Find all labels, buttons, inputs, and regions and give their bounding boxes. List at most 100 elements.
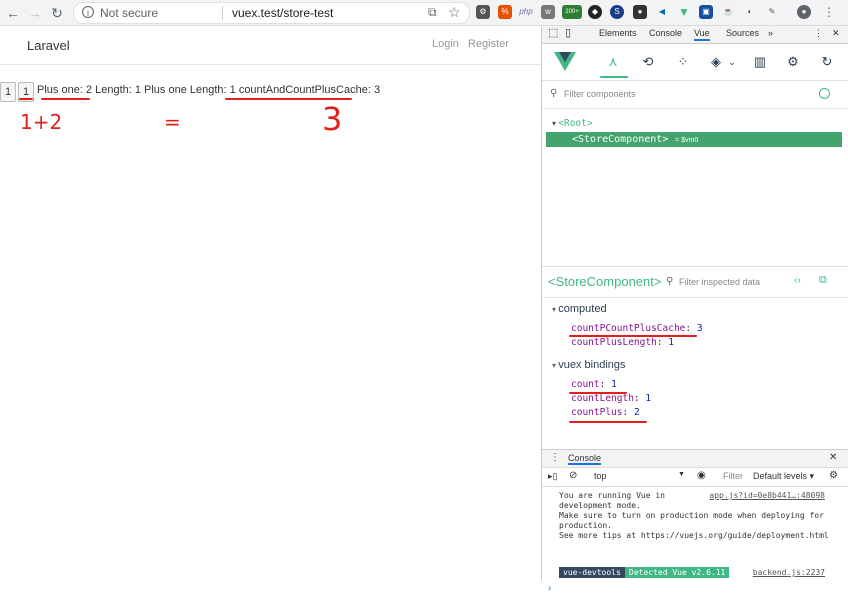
console-prompt[interactable]: ›: [548, 583, 551, 594]
search-icon: ⚲: [666, 276, 674, 287]
extension-arrow-icon[interactable]: ◀: [655, 5, 669, 19]
web-page: Laravel Login Register 1 1 Plus one: 2 L…: [0, 26, 541, 581]
menu-kebab-icon[interactable]: ⋮: [822, 5, 836, 19]
chevron-down-icon[interactable]: ▼: [678, 471, 685, 478]
tab-vue[interactable]: Vue: [694, 28, 710, 41]
inspected-component-name: <StoreComponent>: [548, 274, 662, 289]
annotation-underline: [19, 98, 33, 100]
more-tabs-icon[interactable]: »: [768, 28, 773, 38]
login-link[interactable]: Login: [432, 38, 459, 50]
tree-item-root[interactable]: ▾ <Root>: [552, 118, 593, 129]
vue-devtools-badge: vue-devtools: [559, 567, 625, 578]
bookmark-star-icon[interactable]: ☆: [448, 4, 461, 21]
forward-icon[interactable]: →: [26, 4, 44, 22]
extension-gear-icon[interactable]: ⚙: [476, 5, 490, 19]
count-button[interactable]: 1: [0, 82, 16, 102]
browser-toolbar: ← → ↻ i Not secure vuex.test/store-test …: [0, 0, 848, 26]
chevron-down-icon[interactable]: ⌄: [724, 54, 740, 70]
address-bar[interactable]: i Not secure vuex.test/store-test ⧉ ☆: [73, 2, 470, 24]
devtools-panel: ⬚ ▯ Elements Console Vue Sources » ⋮ ✕ ⋏…: [541, 26, 848, 594]
vue-logo-icon: [554, 52, 576, 71]
extension-php-icon[interactable]: php: [519, 5, 533, 19]
divider: [222, 6, 223, 20]
components-tab-icon[interactable]: ⋏: [605, 54, 621, 70]
extension-save-icon[interactable]: ▣: [699, 5, 713, 19]
extension-badge-icon[interactable]: 200+: [562, 5, 582, 19]
levels-select[interactable]: Default levels ▾: [753, 471, 814, 482]
tab-console-drawer[interactable]: Console: [568, 453, 602, 465]
tree-item-label: <StoreComponent>: [572, 134, 669, 145]
tree-item-storecomponent[interactable]: <StoreComponent> = $vm0: [546, 132, 842, 147]
filter-inspected-input[interactable]: Filter inspected data: [679, 277, 760, 287]
brand-link[interactable]: Laravel: [27, 38, 70, 53]
devtools-menu-icon[interactable]: ⋮: [814, 28, 823, 39]
annotation-text: =: [164, 110, 181, 134]
reload-icon[interactable]: ↻: [48, 4, 66, 22]
annotation-text: 3: [322, 100, 343, 138]
extension-vue-icon[interactable]: ▼: [677, 5, 691, 19]
filter-components-input[interactable]: Filter components: [564, 89, 636, 99]
console-toolbar: ▸▯ ⊘ top ▼ ◉ Filter Default levels ▾ ⚙: [542, 468, 848, 487]
open-in-editor-icon[interactable]: ⧉: [819, 274, 827, 287]
settings-gear-icon[interactable]: ⚙: [785, 54, 801, 70]
inspect-dom-icon[interactable]: ‹›: [794, 275, 801, 286]
extension-flame-icon[interactable]: ◆: [588, 5, 602, 19]
prop-countplus: countPlus: 2: [571, 407, 640, 418]
context-select[interactable]: top: [594, 471, 607, 481]
close-drawer-icon[interactable]: ✕: [829, 452, 837, 463]
inspector-header: <StoreComponent> ⚲ Filter inspected data…: [542, 266, 848, 298]
devtools-tabbar: ⬚ ▯ Elements Console Vue Sources » ⋮ ✕: [542, 26, 848, 44]
extension-percent-icon[interactable]: %: [498, 5, 512, 19]
console-filter-input[interactable]: Filter: [723, 471, 743, 481]
refresh-icon[interactable]: ↻: [819, 54, 835, 70]
annotation-underline: [569, 421, 647, 423]
performance-tab-icon[interactable]: ▥: [752, 54, 768, 70]
component-filter[interactable]: ⚲ Filter components: [542, 84, 848, 109]
close-devtools-icon[interactable]: ✕: [832, 28, 840, 39]
search-icon: ⚲: [550, 88, 558, 99]
vuex-tab-icon[interactable]: ⁘: [675, 54, 691, 70]
translate-icon[interactable]: ⧉: [428, 5, 437, 20]
console-source-link[interactable]: backend.js:2237: [753, 568, 825, 577]
register-link[interactable]: Register: [468, 38, 509, 50]
console-drawer: ⋮ Console ✕ ▸▯ ⊘ top ▼ ◉ Filter Default …: [542, 449, 848, 594]
security-label: Not secure: [100, 6, 159, 20]
extension-eyedropper-icon[interactable]: ✎: [765, 5, 779, 19]
extension-s-icon[interactable]: S: [610, 5, 624, 19]
store-values-text: Plus one: 2 Length: 1 Plus one Length: 1…: [37, 84, 381, 96]
prop-countlength: countLength: 1: [571, 393, 652, 404]
sidebar-toggle-icon[interactable]: ▸▯: [548, 471, 557, 482]
device-icon[interactable]: ▯: [565, 26, 571, 39]
drawer-menu-icon[interactable]: ⋮: [550, 452, 560, 463]
history-tab-icon[interactable]: ⟲: [640, 54, 656, 70]
annotation-text: 1+2: [20, 110, 63, 134]
clear-console-icon[interactable]: ⊘: [569, 470, 577, 481]
tab-elements[interactable]: Elements: [599, 28, 637, 38]
tree-item-vm: = $vm0: [675, 137, 699, 144]
vue-devtools-toolbar: ⋏ ⟲ ⁘ ◈ ⌄ ▥ ⚙ ↻: [542, 44, 848, 81]
active-tab-indicator: [600, 76, 628, 78]
detected-vue-badge: Detected Vue v2.6.11: [625, 567, 730, 578]
select-target-icon[interactable]: [819, 88, 830, 99]
info-icon[interactable]: i: [82, 6, 94, 18]
console-settings-icon[interactable]: ⚙: [829, 470, 838, 481]
extension-dark-icon[interactable]: ●: [633, 5, 647, 19]
annotation-underline: [41, 98, 90, 100]
prop-countpcountpluscache: countPCountPlusCache: 3: [571, 323, 703, 334]
extension-w-icon[interactable]: w: [541, 5, 555, 19]
section-computed[interactable]: ▾ computed: [552, 303, 607, 315]
tab-console[interactable]: Console: [649, 28, 682, 38]
events-tab-icon[interactable]: ◈: [708, 54, 724, 70]
navbar: Laravel Login Register: [0, 26, 541, 65]
account-icon[interactable]: ●: [797, 5, 811, 19]
eye-icon[interactable]: ◉: [697, 470, 706, 481]
prop-countpluslength: countPlusLength: 1: [571, 337, 674, 348]
console-source-link[interactable]: app.js?id=0e8b441…:48098: [709, 491, 825, 500]
back-icon[interactable]: ←: [4, 4, 22, 22]
tab-sources[interactable]: Sources: [726, 28, 759, 38]
extension-circle-icon[interactable]: ◐: [743, 5, 757, 19]
section-vuex-bindings[interactable]: ▾ vuex bindings: [552, 359, 626, 371]
extension-cup-icon[interactable]: ☕: [721, 5, 735, 19]
inspect-icon[interactable]: ⬚: [548, 26, 558, 39]
url-text[interactable]: vuex.test/store-test: [232, 6, 333, 20]
